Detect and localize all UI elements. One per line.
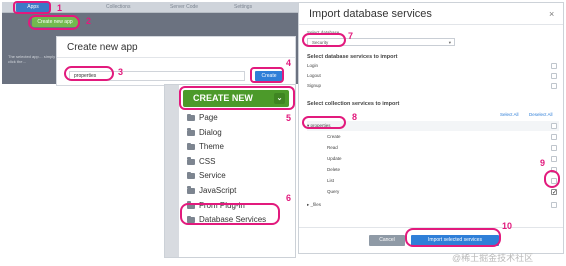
checkbox[interactable] bbox=[551, 63, 557, 69]
checkbox-checked[interactable] bbox=[551, 188, 557, 198]
menu-item-dialog[interactable]: Dialog bbox=[183, 126, 295, 141]
step-number: 4 bbox=[286, 58, 292, 68]
checkbox[interactable] bbox=[551, 156, 557, 162]
highlight-apps-tab bbox=[13, 1, 51, 14]
menu-item-label: Dialog bbox=[199, 127, 222, 137]
menu-item-service[interactable]: Service bbox=[183, 169, 295, 184]
highlight-create-new-button bbox=[179, 86, 295, 110]
chevron-down-icon: ▾ bbox=[448, 40, 451, 45]
menu-item-label: Page bbox=[199, 113, 218, 122]
service-label: Update bbox=[327, 156, 342, 161]
menu-item-theme[interactable]: Theme bbox=[183, 140, 295, 155]
checkbox[interactable] bbox=[551, 83, 557, 89]
step-number: 10 bbox=[502, 221, 513, 231]
background-text: The selected app… simply click the… bbox=[8, 54, 56, 64]
collection-service-row-delete: Delete bbox=[307, 165, 559, 175]
step-number: 8 bbox=[352, 112, 358, 122]
cancel-button[interactable]: Cancel bbox=[369, 235, 405, 246]
collection-service-row-create: Create bbox=[307, 132, 559, 142]
highlight-create-button bbox=[250, 67, 284, 83]
menu-item-label: Service bbox=[199, 171, 226, 181]
tab-collections[interactable]: Collections bbox=[106, 4, 130, 11]
file-icon bbox=[187, 186, 195, 194]
service-label: List bbox=[327, 178, 335, 183]
step-number: 3 bbox=[118, 67, 124, 77]
step-number: 7 bbox=[348, 31, 354, 41]
dialog-title: Create new app bbox=[67, 42, 138, 53]
highlight-import-button bbox=[405, 228, 501, 247]
checkbox[interactable] bbox=[551, 134, 557, 140]
step-number: 1 bbox=[57, 3, 63, 13]
divider bbox=[299, 24, 563, 25]
checkbox[interactable] bbox=[551, 145, 557, 151]
file-icon bbox=[187, 113, 195, 121]
service-label: Create bbox=[327, 134, 341, 139]
highlight-app-name-input bbox=[64, 66, 114, 81]
menu-item-label: Theme bbox=[199, 142, 224, 152]
file-icon bbox=[187, 128, 195, 136]
service-label: Delete bbox=[327, 167, 341, 172]
step-number: 5 bbox=[286, 113, 292, 123]
checkbox[interactable] bbox=[551, 202, 557, 208]
highlight-database-services bbox=[180, 203, 280, 225]
tab-settings[interactable]: Settings bbox=[234, 4, 252, 11]
menu-item-css[interactable]: CSS bbox=[183, 155, 295, 170]
service-label: Logout bbox=[307, 73, 321, 78]
close-icon[interactable]: × bbox=[549, 9, 554, 19]
db-service-row-logout: Logout bbox=[307, 71, 559, 81]
collection-service-row-update: Update bbox=[307, 154, 559, 164]
collection-services-heading: Select collection services to import bbox=[307, 101, 400, 107]
step-number: 2 bbox=[86, 16, 92, 26]
collection-service-row-read: Read bbox=[307, 143, 559, 153]
divider bbox=[57, 57, 295, 58]
highlight-create-new-app bbox=[28, 15, 80, 30]
collection-row-files[interactable]: ▸ _files bbox=[307, 200, 559, 210]
highlight-query-checkbox bbox=[544, 170, 560, 188]
checkbox[interactable] bbox=[551, 123, 557, 129]
db-services-heading: Select database services to import bbox=[307, 54, 398, 60]
highlight-database-select bbox=[302, 33, 346, 47]
watermark: @稀土掘金技术社区 bbox=[452, 253, 534, 263]
service-label: Login bbox=[307, 63, 319, 68]
file-icon bbox=[187, 157, 195, 165]
file-icon bbox=[187, 171, 195, 180]
tab-server-code[interactable]: Server Code bbox=[170, 4, 198, 11]
service-label: Query bbox=[327, 189, 340, 194]
create-new-menu-panel: CREATE NEW ⌄ Page Dialog Theme CSS Servi… bbox=[164, 84, 296, 258]
db-service-row-signup: Signup bbox=[307, 81, 559, 91]
deselect-all-link[interactable]: Deselect All bbox=[529, 112, 553, 117]
step-number: 9 bbox=[540, 158, 546, 168]
collection-label: _files bbox=[310, 202, 322, 207]
dialog-title: Import database services bbox=[309, 8, 432, 20]
service-label: Signup bbox=[307, 83, 322, 88]
menu-item-label: JavaScript bbox=[199, 185, 237, 195]
service-label: Read bbox=[327, 145, 338, 150]
file-icon bbox=[187, 142, 195, 151]
step-number: 6 bbox=[286, 193, 292, 203]
highlight-properties-collection bbox=[302, 116, 346, 129]
menu-item-label: CSS bbox=[199, 156, 216, 166]
db-service-row-login: Login bbox=[307, 61, 559, 71]
select-all-link[interactable]: Select All bbox=[500, 112, 519, 117]
collection-service-row-list: List bbox=[307, 176, 559, 186]
menu-item-javascript[interactable]: JavaScript bbox=[183, 184, 295, 199]
collection-service-row-query: Query bbox=[307, 187, 559, 198]
sidebar-shade bbox=[165, 85, 179, 257]
menu-item-page[interactable]: Page bbox=[183, 111, 295, 126]
checkbox[interactable] bbox=[551, 73, 557, 79]
